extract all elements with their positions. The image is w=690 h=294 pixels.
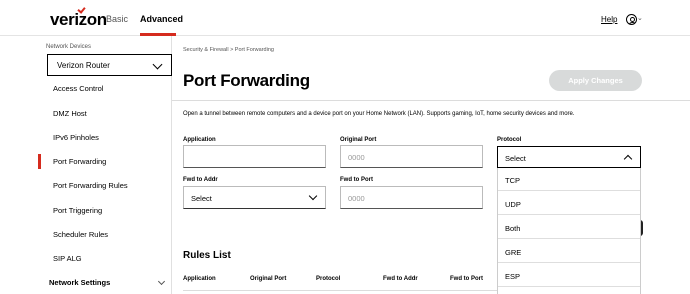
verizon-logo[interactable]: verizon — [50, 10, 107, 30]
chevron-down-icon[interactable] — [157, 277, 166, 286]
option-label: UDP — [505, 200, 521, 209]
sidebar-item-port-triggering[interactable]: Port Triggering — [53, 206, 102, 215]
fwd-to-addr-label: Fwd to Addr — [183, 177, 218, 183]
user-account-icon[interactable] — [626, 14, 637, 25]
sidebar-item-port-forwarding-rules[interactable]: Port Forwarding Rules — [53, 181, 128, 190]
rules-column-original-port: Original Port — [250, 276, 287, 282]
protocol-dropdown-menu: TCP UDP Both GRE ESP — [497, 168, 641, 294]
rules-column-fwd-to-addr: Fwd to Addr — [383, 276, 418, 282]
application-label: Application — [183, 137, 216, 143]
top-navigation-bar: verizon Basic Advanced Help ⌄ — [0, 0, 690, 36]
original-port-placeholder: 0000 — [348, 153, 365, 162]
sidebar-item-ipv6-pinholes[interactable]: IPv6 Pinholes — [53, 133, 99, 142]
protocol-select[interactable]: Select — [497, 146, 641, 168]
protocol-option-gre[interactable]: GRE — [498, 240, 640, 263]
rules-column-protocol: Protocol — [316, 276, 341, 282]
divider — [183, 290, 503, 291]
protocol-select-value: Select — [505, 154, 526, 163]
protocol-option-both[interactable]: Both — [498, 216, 640, 239]
option-label: TCP — [505, 176, 520, 185]
page-title: Port Forwarding — [183, 71, 310, 90]
help-link[interactable]: Help — [601, 15, 617, 24]
apply-changes-button[interactable]: Apply Changes — [549, 70, 642, 91]
protocol-option-udp[interactable]: UDP — [498, 192, 640, 215]
application-input[interactable] — [183, 145, 326, 168]
sidebar-heading: Network Devices — [46, 44, 92, 50]
network-device-select-value: Verizon Router — [57, 61, 110, 70]
sidebar: Network Devices Verizon Router Access Co… — [38, 36, 172, 294]
fwd-to-port-input[interactable]: 0000 — [340, 186, 483, 209]
chevron-down-icon — [152, 59, 163, 70]
option-label: ESP — [505, 272, 521, 281]
protocol-label: Protocol — [497, 137, 522, 143]
original-port-input[interactable]: 0000 — [340, 145, 483, 168]
fwd-to-port-placeholder: 0000 — [348, 194, 365, 203]
chevron-down-icon[interactable]: ⌄ — [637, 14, 643, 22]
active-item-indicator — [38, 154, 41, 169]
chevron-up-icon — [623, 154, 633, 164]
option-label: Both — [505, 224, 521, 233]
rules-column-application: Application — [183, 276, 216, 282]
breadcrumb[interactable]: Security & Firewall > Port Forwarding — [183, 47, 274, 53]
fwd-to-addr-select-value: Select — [191, 194, 212, 203]
tab-basic[interactable]: Basic — [106, 14, 128, 24]
sidebar-section-network-settings[interactable]: Network Settings — [49, 278, 110, 287]
sidebar-item-dmz-host[interactable]: DMZ Host — [53, 109, 87, 118]
divider — [172, 100, 690, 101]
page-description: Open a tunnel between remote computers a… — [183, 111, 575, 117]
sidebar-item-port-forwarding[interactable]: Port Forwarding — [53, 157, 106, 166]
chevron-down-icon — [308, 191, 318, 201]
sidebar-item-sip-alg[interactable]: SIP ALG — [53, 254, 82, 263]
option-label: GRE — [505, 248, 522, 257]
tab-advanced[interactable]: Advanced — [140, 14, 183, 24]
network-device-select[interactable]: Verizon Router — [47, 54, 172, 76]
fwd-to-port-label: Fwd to Port — [340, 177, 373, 183]
rules-list-title: Rules List — [183, 250, 231, 261]
sidebar-item-access-control[interactable]: Access Control — [53, 84, 103, 93]
protocol-option-tcp[interactable]: TCP — [498, 168, 640, 191]
sidebar-item-scheduler-rules[interactable]: Scheduler Rules — [53, 230, 108, 239]
original-port-label: Original Port — [340, 137, 377, 143]
rules-column-fwd-to-port: Fwd to Port — [450, 276, 483, 282]
fwd-to-addr-select[interactable]: Select — [183, 186, 326, 209]
protocol-option-esp[interactable]: ESP — [498, 264, 640, 287]
